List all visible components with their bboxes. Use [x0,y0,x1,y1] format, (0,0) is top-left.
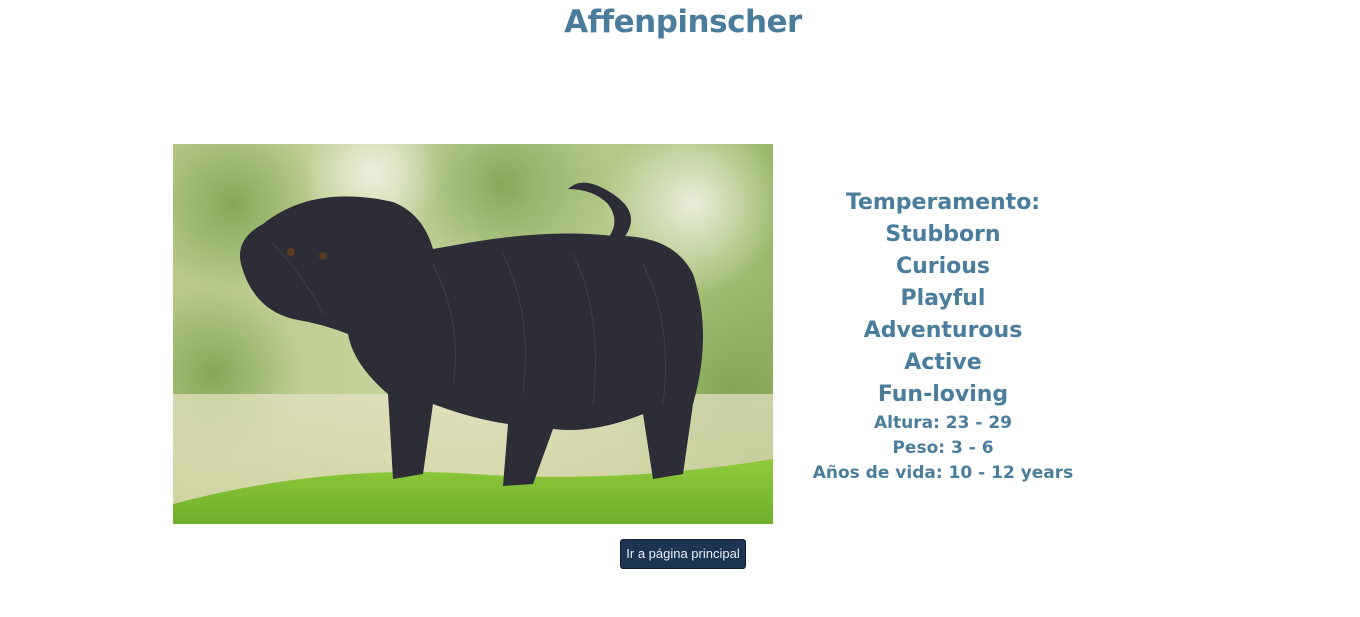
lifespan-stat: Años de vida: 10 - 12 years [812,463,1074,483]
weight-stat: Peso: 3 - 6 [892,438,994,458]
dog-photo [173,144,773,524]
page-title: Affenpinscher [564,4,802,40]
breed-info-panel: Temperamento: Stubborn Curious Playful A… [793,187,1093,486]
temperament-item: Stubborn [885,222,1001,247]
temperament-item: Fun-loving [877,382,1009,407]
home-page-button[interactable]: Ir a página principal [620,539,746,569]
height-stat: Altura: 23 - 29 [874,413,1012,433]
temperament-item: Adventurous [863,318,1023,343]
temperament-item: Curious [895,254,991,279]
temperament-label: Temperamento: [845,190,1041,215]
temperament-item: Playful [900,286,986,311]
breed-detail-page: Affenpinscher Temperamento: Stubborn Cur… [0,0,1360,617]
temperament-item: Active [904,350,982,375]
